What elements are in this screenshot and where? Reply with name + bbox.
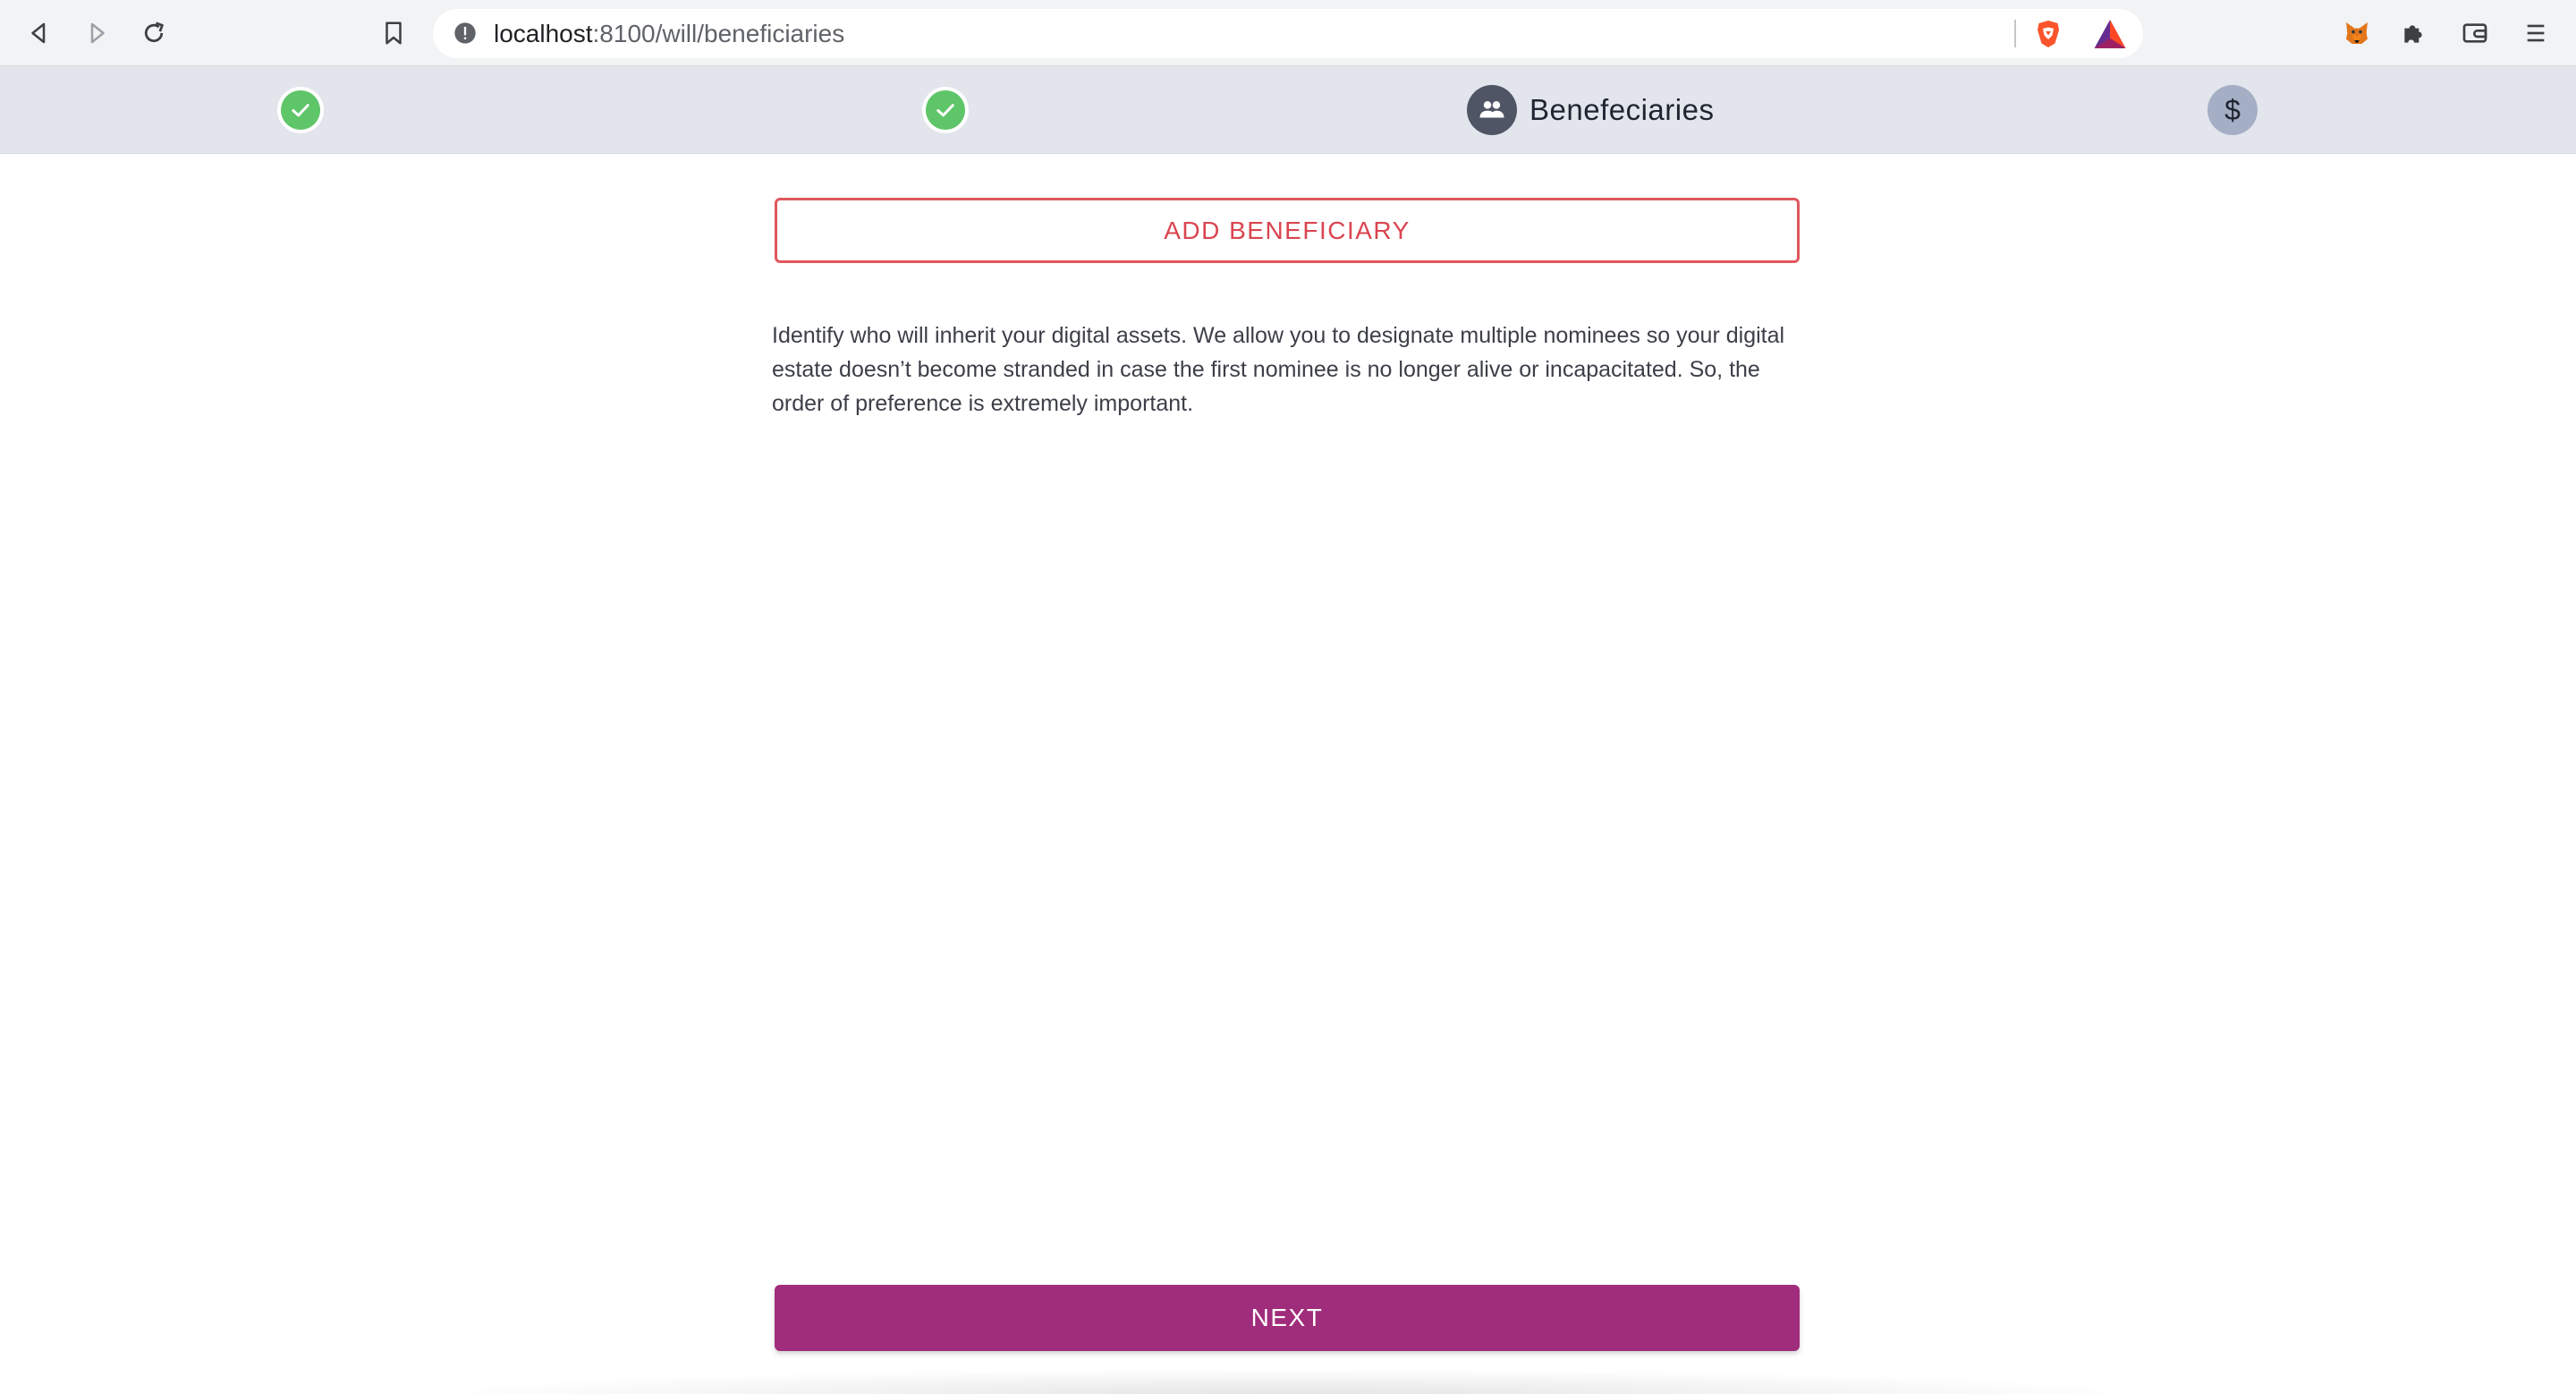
beneficiaries-description: Identify who will inherit your digital a…: [772, 323, 1785, 416]
browser-menu-button[interactable]: [2517, 14, 2555, 52]
add-beneficiary-button[interactable]: ADD BENEFICIARY: [775, 198, 1800, 263]
step-3-active[interactable]: [1467, 85, 1517, 135]
forward-icon: [90, 22, 105, 44]
bookmark-button[interactable]: [372, 12, 415, 55]
step-4-pending[interactable]: $: [2207, 85, 2258, 135]
step-2-indicator: [926, 90, 965, 130]
forward-button[interactable]: [75, 12, 118, 55]
checkmark-icon: [292, 104, 309, 117]
info-icon[interactable]: [453, 21, 478, 46]
hamburger-menu-icon: [2527, 24, 2545, 42]
checkmark-icon: [936, 104, 954, 117]
extensions-button[interactable]: [2395, 14, 2433, 52]
people-icon: [1479, 101, 1504, 118]
puzzle-icon: [2404, 25, 2422, 43]
step-1-indicator: [281, 90, 320, 130]
footer-shadow: [411, 1369, 2165, 1394]
metamask-extension-button[interactable]: [2338, 14, 2376, 52]
back-icon: [31, 22, 46, 44]
back-button[interactable]: [18, 12, 61, 55]
url-path: :8100/will/beneficiaries: [592, 20, 845, 47]
wallet-button[interactable]: [2456, 14, 2494, 52]
bookmark-icon: [386, 21, 402, 45]
dollar-icon: $: [2224, 93, 2241, 126]
wallet-icon: [2462, 23, 2487, 43]
next-button[interactable]: NEXT: [775, 1285, 1800, 1351]
browser-toolbar: localhost:8100/will/beneficiaries: [0, 0, 2576, 66]
reload-icon: [144, 21, 164, 43]
progress-stepper: Benefeciaries $: [0, 66, 2576, 154]
reload-button[interactable]: [132, 12, 175, 55]
metamask-fox-icon: [2346, 22, 2368, 44]
step-3-label: Benefeciaries: [1530, 93, 1715, 126]
bat-rewards-icon[interactable]: [2093, 18, 2127, 50]
step-2-completed[interactable]: [922, 87, 969, 133]
step-1-completed[interactable]: [277, 87, 324, 133]
address-bar[interactable]: localhost:8100/will/beneficiaries: [433, 9, 2143, 58]
url-text[interactable]: localhost:8100/will/beneficiaries: [494, 9, 844, 58]
brave-shield-icon[interactable]: [2032, 18, 2064, 50]
url-host: localhost: [494, 20, 593, 47]
url-divider: [2014, 20, 2016, 47]
